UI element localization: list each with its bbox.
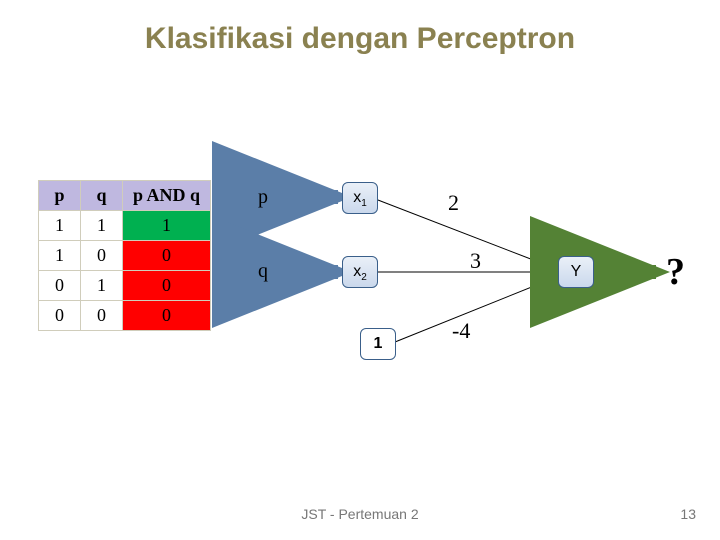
- node-x2: x2: [342, 256, 378, 288]
- node-x2-sub: 2: [361, 272, 367, 283]
- node-x1: x1: [342, 182, 378, 214]
- node-x1-sub: 1: [361, 198, 367, 209]
- output-question: ?: [666, 250, 685, 294]
- input-label-p: p: [258, 186, 268, 209]
- footer-page-number: 13: [680, 506, 696, 522]
- weight-w2: 3: [470, 248, 481, 274]
- footer-center: JST - Pertemuan 2: [0, 506, 720, 522]
- node-bias: 1: [360, 328, 396, 360]
- input-label-q: q: [258, 260, 268, 283]
- node-y: Y: [558, 256, 594, 288]
- weight-bias: -4: [452, 318, 470, 344]
- weight-w1: 2: [448, 190, 459, 216]
